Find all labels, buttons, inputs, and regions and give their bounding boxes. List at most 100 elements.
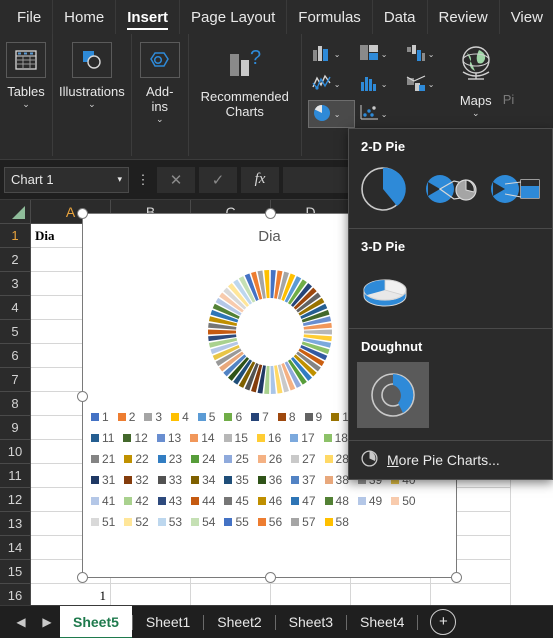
- row-header-6[interactable]: 6: [0, 344, 31, 368]
- row-header-11[interactable]: 11: [0, 464, 31, 488]
- row-header-4[interactable]: 4: [0, 296, 31, 320]
- chart-handle-top-center[interactable]: [265, 208, 276, 219]
- legend-item[interactable]: 22: [124, 452, 149, 466]
- legend-item[interactable]: 57: [291, 515, 316, 529]
- ribbon-tab-formulas[interactable]: Formulas: [287, 0, 373, 34]
- row-header-13[interactable]: 13: [0, 512, 31, 536]
- legend-item[interactable]: 42: [124, 494, 149, 508]
- legend-item[interactable]: 35: [224, 473, 249, 487]
- legend-item[interactable]: 38: [324, 473, 349, 487]
- legend-item[interactable]: 43: [157, 494, 182, 508]
- chart-handle-bottom-left[interactable]: [77, 572, 88, 583]
- sheet-tab-sheet4[interactable]: Sheet4: [347, 606, 417, 638]
- waterfall-chart-button[interactable]: ⌄: [402, 40, 449, 68]
- legend-item[interactable]: 5: [197, 410, 215, 424]
- legend-item[interactable]: 6: [224, 410, 242, 424]
- legend-item[interactable]: 18: [323, 431, 348, 445]
- cancel-formula-button[interactable]: ✕: [157, 166, 195, 193]
- menu-item-bar-of-pie[interactable]: [486, 162, 544, 216]
- row-header-7[interactable]: 7: [0, 368, 31, 392]
- chevron-down-icon[interactable]: ⌄: [381, 80, 388, 89]
- menu-item-pie-of-pie[interactable]: [421, 162, 479, 216]
- menu-item-pie[interactable]: [357, 162, 415, 216]
- prev-sheet-arrow-icon[interactable]: ◀: [8, 615, 34, 629]
- chevron-down-icon[interactable]: ⌄: [428, 50, 435, 59]
- legend-item[interactable]: 28: [324, 452, 349, 466]
- sheet-tab-sheet5[interactable]: Sheet5: [60, 605, 132, 638]
- legend-item[interactable]: 47: [291, 494, 316, 508]
- legend-item[interactable]: 49: [357, 494, 382, 508]
- chart-handle-bottom-center[interactable]: [265, 572, 276, 583]
- ribbon-tab-file[interactable]: File: [6, 0, 54, 34]
- next-sheet-arrow-icon[interactable]: ▶: [34, 615, 60, 629]
- select-all-corner[interactable]: [0, 200, 31, 224]
- column-chart-button[interactable]: ⌄: [308, 40, 355, 68]
- ribbon-tab-insert[interactable]: Insert: [116, 0, 181, 34]
- legend-item[interactable]: 25: [224, 452, 249, 466]
- legend-item[interactable]: 48: [324, 494, 349, 508]
- row-header-2[interactable]: 2: [0, 248, 31, 272]
- row-header-9[interactable]: 9: [0, 416, 31, 440]
- scatter-chart-button[interactable]: ⌄: [355, 100, 402, 128]
- row-header-1[interactable]: 1: [0, 224, 31, 248]
- legend-item[interactable]: 2: [117, 410, 135, 424]
- chevron-down-icon[interactable]: ⌄: [428, 80, 435, 89]
- legend-item[interactable]: 36: [257, 473, 282, 487]
- chevron-down-icon[interactable]: ⌄: [88, 99, 96, 110]
- legend-item[interactable]: 46: [257, 494, 282, 508]
- legend-item[interactable]: 32: [124, 473, 149, 487]
- menu-item-pie-3d[interactable]: [357, 262, 419, 316]
- ribbon-group-tables[interactable]: Tables ⌄: [0, 34, 53, 156]
- legend-item[interactable]: 31: [91, 473, 115, 487]
- row-header-15[interactable]: 15: [0, 560, 31, 584]
- legend-item[interactable]: 11: [91, 431, 114, 445]
- menu-item-doughnut[interactable]: [357, 362, 429, 428]
- hierarchy-chart-button[interactable]: ⌄: [355, 40, 402, 68]
- chevron-down-icon[interactable]: ⌄: [381, 110, 388, 119]
- ribbon-group-addins[interactable]: Add-ins ⌄: [132, 34, 189, 156]
- ribbon-tab-review[interactable]: Review: [428, 0, 500, 34]
- chevron-down-icon[interactable]: ⌄: [22, 99, 30, 110]
- legend-item[interactable]: 12: [123, 431, 148, 445]
- add-sheet-button[interactable]: +: [430, 609, 457, 635]
- legend-item[interactable]: 58: [324, 515, 349, 529]
- legend-item[interactable]: 27: [291, 452, 316, 466]
- legend-item[interactable]: 16: [256, 431, 281, 445]
- combo-chart-button[interactable]: ⌄: [402, 70, 449, 98]
- ribbon-tab-data[interactable]: Data: [373, 0, 428, 34]
- chart-handle-mid-left[interactable]: [77, 391, 88, 402]
- row-header-10[interactable]: 10: [0, 440, 31, 464]
- ribbon-tab-home[interactable]: Home: [53, 0, 117, 34]
- legend-item[interactable]: 26: [257, 452, 282, 466]
- legend-item[interactable]: 45: [224, 494, 249, 508]
- legend-item[interactable]: 34: [191, 473, 215, 487]
- insert-function-button[interactable]: fx: [241, 166, 279, 193]
- chevron-down-icon[interactable]: ⌄: [334, 110, 341, 119]
- legend-item[interactable]: 21: [91, 452, 115, 466]
- row-header-3[interactable]: 3: [0, 272, 31, 296]
- chart-handle-bottom-right[interactable]: [451, 572, 462, 583]
- legend-item[interactable]: 8: [277, 410, 296, 424]
- pie-chart-dropdown-menu[interactable]: 2-D Pie 3-D Pie Doughnut More Pie Charts…: [348, 128, 553, 480]
- sheet-tab-sheet1[interactable]: Sheet1: [133, 606, 203, 638]
- legend-item[interactable]: 33: [157, 473, 182, 487]
- legend-item[interactable]: 24: [191, 452, 215, 466]
- legend-item[interactable]: 15: [223, 431, 248, 445]
- legend-item[interactable]: 9: [304, 410, 322, 424]
- legend-item[interactable]: 37: [291, 473, 316, 487]
- chevron-down-icon[interactable]: ⌄: [156, 114, 164, 125]
- row-header-14[interactable]: 14: [0, 536, 31, 560]
- sheet-tab-sheet3[interactable]: Sheet3: [276, 606, 346, 638]
- chevron-down-icon[interactable]: ▾: [117, 174, 122, 185]
- chevron-down-icon[interactable]: ⌄: [334, 80, 341, 89]
- legend-item[interactable]: 3: [144, 410, 162, 424]
- line-chart-button[interactable]: ⌄: [308, 70, 355, 98]
- row-header-5[interactable]: 5: [0, 320, 31, 344]
- chevron-down-icon[interactable]: ⌄: [472, 108, 480, 119]
- name-box[interactable]: Chart 1 ▾: [4, 166, 129, 193]
- row-header-12[interactable]: 12: [0, 488, 31, 512]
- legend-item[interactable]: 51: [91, 515, 115, 529]
- legend-item[interactable]: 52: [124, 515, 149, 529]
- row-header-8[interactable]: 8: [0, 392, 31, 416]
- chevron-down-icon[interactable]: ⌄: [334, 50, 341, 59]
